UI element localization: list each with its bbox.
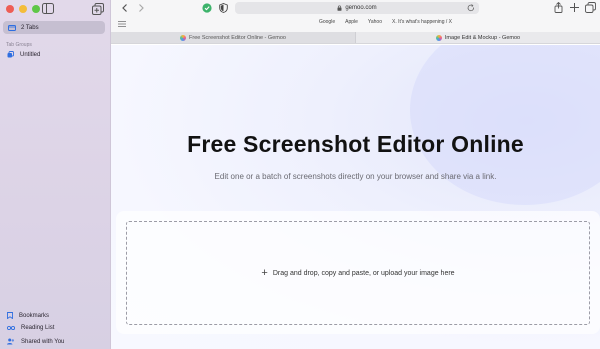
new-tab-group-icon[interactable] (92, 3, 104, 15)
favorite-apple[interactable]: Apple (345, 19, 358, 30)
shared-people-icon (7, 338, 14, 345)
tab-screenshot-editor[interactable]: Free Screenshot Editor Online - Gemoo (111, 32, 356, 43)
extension-icon[interactable] (202, 3, 212, 13)
gemoo-favicon-icon (435, 34, 442, 41)
tab-groups-heading: Tab Groups (6, 42, 32, 48)
tab-image-edit-mockup[interactable]: Image Edit & Mockup - Gemoo (356, 32, 600, 43)
tab-strip: Free Screenshot Editor Online - Gemoo Im… (111, 32, 600, 44)
new-tab-plus-icon[interactable] (569, 2, 580, 13)
sidebar-item-shared-with-you[interactable]: Shared with You (7, 338, 64, 345)
gemoo-favicon-icon (180, 34, 187, 41)
sidebar: 2 Tabs Tab Groups Untitled Bookmarks Rea… (0, 0, 111, 349)
address-bar[interactable]: gemoo.com (235, 2, 479, 14)
favorite-yahoo[interactable]: Yahoo (368, 19, 382, 30)
sidebar-item-bookmarks[interactable]: Bookmarks (7, 312, 49, 319)
back-chevron-icon[interactable] (120, 3, 130, 13)
window-controls (6, 5, 40, 13)
sidebar-tabs-label: 2 Tabs (21, 24, 39, 31)
url-text: gemoo.com (345, 5, 377, 11)
sidebar-item-reading-list[interactable]: Reading List (7, 325, 54, 331)
favorites-bar: Google Apple Yahoo X. It's what's happen… (111, 19, 600, 30)
sidebar-group-label: Untitled (20, 51, 41, 58)
reading-list-icon (7, 325, 15, 331)
favorite-google[interactable]: Google (319, 19, 335, 30)
privacy-shield-icon[interactable] (219, 3, 228, 13)
tabs-icon (8, 24, 16, 31)
close-window-button[interactable] (6, 5, 14, 13)
page-headline: Free Screenshot Editor Online (187, 131, 524, 157)
browser-toolbar: gemoo.com Google Apple Yahoo X. It's wha… (111, 0, 600, 32)
reload-icon[interactable] (467, 4, 475, 12)
sidebar-item-untitled-group[interactable]: Untitled (7, 51, 40, 58)
image-dropzone[interactable]: + Drag and drop, copy and paste, or uplo… (126, 221, 590, 325)
lock-icon (337, 5, 342, 11)
sidebar-reading-list-label: Reading List (21, 325, 55, 331)
minimize-window-button[interactable] (19, 5, 27, 13)
tab-group-icon (7, 51, 14, 58)
decorative-gradient (410, 45, 600, 205)
upload-card: + Drag and drop, copy and paste, or uplo… (116, 211, 600, 334)
forward-chevron-icon[interactable] (136, 3, 146, 13)
plus-icon: + (261, 266, 268, 279)
sidebar-bookmarks-label: Bookmarks (19, 312, 50, 319)
bookmark-icon (7, 312, 13, 319)
tab-overview-icon[interactable] (585, 2, 596, 13)
zoom-window-button[interactable] (32, 5, 40, 13)
share-icon[interactable] (553, 2, 564, 13)
page-subtitle: Edit one or a batch of screenshots direc… (214, 172, 497, 181)
tab-title: Image Edit & Mockup - Gemoo (444, 34, 521, 41)
sidebar-item-tabs[interactable]: 2 Tabs (3, 21, 105, 34)
favorite-x[interactable]: X. It's what's happening / X (392, 19, 452, 30)
web-content: Free Screenshot Editor Online Edit one o… (111, 45, 600, 349)
sidebar-toggle-icon[interactable] (42, 3, 54, 14)
dropzone-text: Drag and drop, copy and paste, or upload… (272, 269, 455, 277)
tab-title: Free Screenshot Editor Online - Gemoo (189, 34, 286, 41)
sidebar-shared-label: Shared with You (21, 338, 65, 345)
